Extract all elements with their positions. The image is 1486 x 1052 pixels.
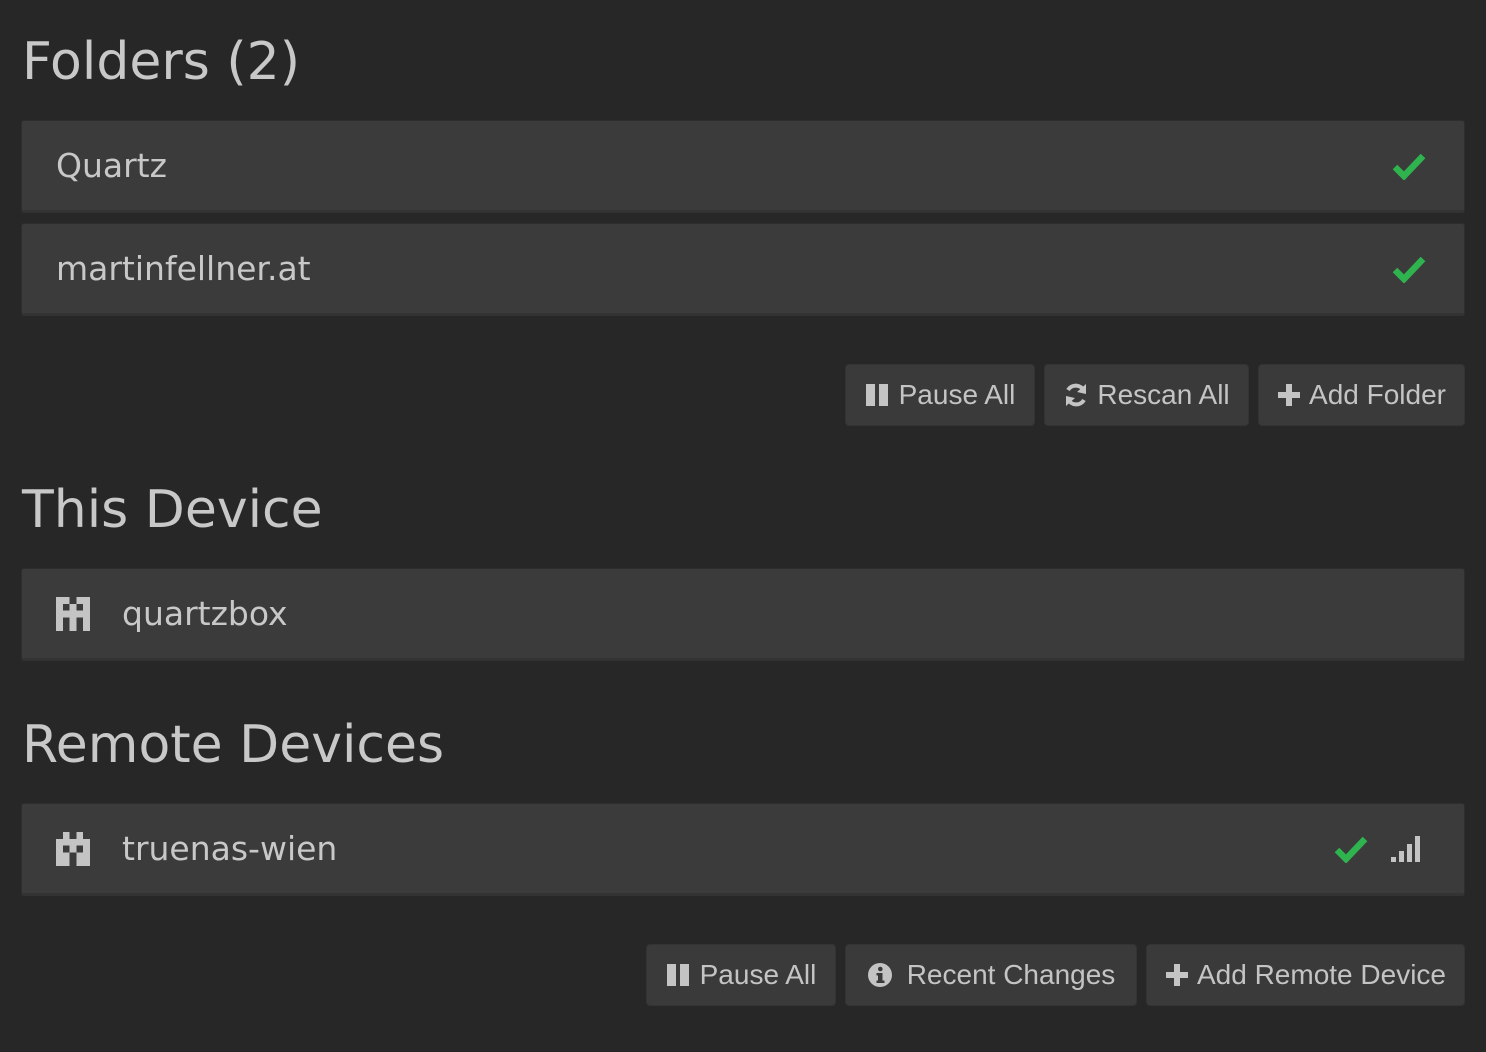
add-folder-label: Add Folder xyxy=(1309,379,1446,410)
folder-name: Quartz xyxy=(56,146,167,185)
add-remote-device-label: Add Remote Device xyxy=(1196,959,1446,990)
remote-device-name: truenas-wien xyxy=(122,829,338,868)
check-icon xyxy=(1392,256,1426,283)
rescan-all-button[interactable]: Rescan All xyxy=(1044,364,1249,426)
signal-bars-icon xyxy=(1391,835,1420,862)
identicon-icon xyxy=(56,596,90,631)
rescan-all-label: Rescan All xyxy=(1097,379,1230,410)
add-folder-button[interactable]: Add Folder xyxy=(1258,364,1465,426)
remote-devices-heading: Remote Devices xyxy=(22,715,445,775)
check-icon xyxy=(1334,836,1368,863)
folders-heading: Folders (2) xyxy=(22,32,300,92)
folder-status xyxy=(1392,152,1426,180)
this-device-heading: This Device xyxy=(22,480,323,540)
pause-icon xyxy=(666,964,689,986)
this-device-panel[interactable]: quartzbox xyxy=(21,568,1465,661)
remote-device-panel-truenas[interactable]: truenas-wien xyxy=(21,803,1465,896)
pause-all-devices-button[interactable]: Pause All xyxy=(646,944,836,1006)
info-icon xyxy=(867,963,892,987)
plus-icon xyxy=(1278,384,1301,406)
pause-all-label: Pause All xyxy=(898,379,1016,410)
pause-icon xyxy=(865,384,888,406)
folder-name: martinfellner.at xyxy=(56,249,311,288)
pause-all-folders-button[interactable]: Pause All xyxy=(845,364,1035,426)
folder-panel-quartz[interactable]: Quartz xyxy=(21,120,1465,213)
recent-changes-button[interactable]: Recent Changes xyxy=(845,944,1137,1006)
remote-device-status xyxy=(1334,835,1426,863)
main-content: Folders (2) Quartz martinfellner.at Paus… xyxy=(0,0,1486,1052)
check-icon xyxy=(1392,153,1426,180)
refresh-icon xyxy=(1066,383,1087,407)
recent-changes-label: Recent Changes xyxy=(906,959,1116,990)
identicon-icon xyxy=(56,831,90,866)
pause-all-label: Pause All xyxy=(699,959,817,990)
folder-panel-martinfellner[interactable]: martinfellner.at xyxy=(21,223,1465,316)
this-device-name: quartzbox xyxy=(122,594,288,633)
add-remote-device-button[interactable]: Add Remote Device xyxy=(1146,944,1465,1006)
folder-status xyxy=(1392,255,1426,283)
plus-icon xyxy=(1165,964,1188,986)
